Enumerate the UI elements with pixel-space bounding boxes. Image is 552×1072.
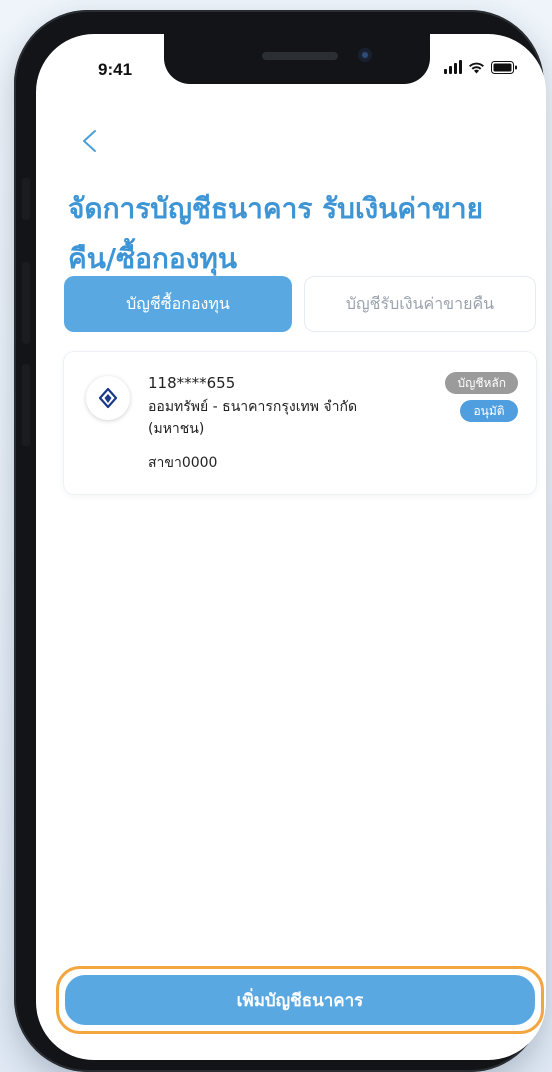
volume-down-button xyxy=(22,364,30,446)
approved-status-badge: อนุมัติ xyxy=(460,400,518,422)
status-icons xyxy=(444,60,518,74)
front-camera xyxy=(358,48,372,62)
notch xyxy=(164,34,430,84)
add-bank-account-highlight: เพิ่มบัญชีธนาคาร xyxy=(56,966,544,1034)
bangkok-bank-lotus-icon xyxy=(86,376,130,420)
status-time: 9:41 xyxy=(98,60,133,79)
chevron-left-icon xyxy=(83,130,96,152)
silent-switch xyxy=(22,178,30,220)
tab-redemption-account[interactable]: บัญชีรับเงินค่าขายคืน xyxy=(304,276,536,332)
cellular-signal-icon xyxy=(444,60,462,74)
page-title: จัดการบัญชีธนาคาร รับเงินค่าขายคืน/ซื้อก… xyxy=(68,192,484,275)
account-tabs: บัญชีซื้อกองทุน บัญชีรับเงินค่าขายคืน xyxy=(64,276,536,332)
tab-fund-purchase-account[interactable]: บัญชีซื้อกองทุน xyxy=(64,276,292,332)
primary-account-badge: บัญชีหลัก xyxy=(445,372,518,394)
account-description: ออมทรัพย์ - ธนาคารกรุงเทพ จำกัด (มหาชน) xyxy=(148,399,358,437)
add-bank-account-button[interactable]: เพิ่มบัญชีธนาคาร xyxy=(65,975,535,1025)
bank-account-card[interactable]: 118****655 ออมทรัพย์ - ธนาคารกรุงเทพ จำก… xyxy=(64,352,536,494)
wifi-icon xyxy=(468,61,485,74)
account-number: 118****655 xyxy=(148,374,236,392)
account-branch: สาขา0000 xyxy=(148,455,218,471)
screen: 9:41 จัดการบัญชีธนาคาร รับเงินค่าขายคืน/… xyxy=(36,34,546,1060)
volume-up-button xyxy=(22,262,30,344)
phone-frame: 9:41 จัดการบัญชีธนาคาร รับเงินค่าขายคืน/… xyxy=(14,10,546,1072)
back-button[interactable] xyxy=(76,126,106,156)
speaker xyxy=(262,52,338,60)
battery-icon xyxy=(491,61,518,74)
